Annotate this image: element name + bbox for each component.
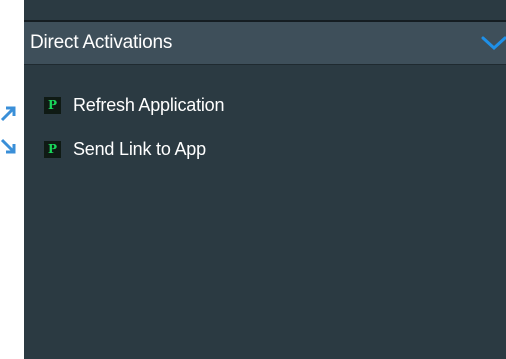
list-item-label: Send Link to App [73, 138, 206, 159]
list-item-send-link-to-app[interactable]: P Send Link to App [44, 136, 206, 162]
section-header[interactable]: Direct Activations [24, 22, 506, 65]
p-icon: P [44, 96, 61, 114]
list-item-refresh-application[interactable]: P Refresh Application [44, 92, 224, 118]
direct-activations-panel: Direct Activations P Refresh Application… [24, 0, 506, 359]
p-icon: P [44, 140, 61, 158]
chevron-down-icon[interactable] [480, 34, 506, 52]
list-item-label: Refresh Application [73, 94, 225, 115]
arrow-up-icon [0, 106, 16, 122]
panel-top-bar [24, 0, 506, 22]
arrow-down-icon [0, 138, 16, 154]
section-title: Direct Activations [30, 32, 173, 53]
